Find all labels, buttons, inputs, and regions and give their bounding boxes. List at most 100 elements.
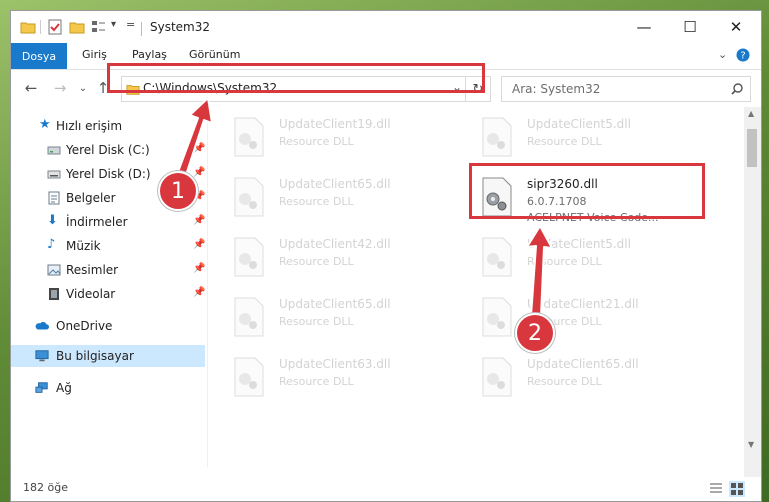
title-bar: ▾ = System32 — ☐ ✕	[11, 11, 761, 43]
file-item[interactable]: UpdateClient19.dll Resource DLL	[233, 113, 463, 163]
folder-icon	[20, 22, 36, 34]
dll-file-icon	[482, 117, 512, 157]
sidebar-item-onedrive[interactable]: OneDrive	[11, 315, 206, 337]
search-icon[interactable]	[730, 82, 744, 96]
sidebar-item-label: Videolar	[66, 287, 116, 301]
search-input[interactable]: Ara: System32	[512, 82, 600, 96]
file-description: Resource DLL	[527, 135, 602, 148]
sidebar-item-label: Hızlı erişim	[56, 119, 123, 133]
step-2-badge: 2	[515, 313, 555, 353]
dll-file-icon	[482, 237, 512, 277]
recent-locations-icon[interactable]: ⌄	[74, 79, 92, 97]
dll-file-icon	[234, 177, 264, 217]
scroll-down-icon[interactable]: ▼	[748, 440, 754, 449]
documents-icon	[48, 191, 60, 205]
scrollbar-thumb[interactable]	[747, 129, 757, 167]
dll-file-icon	[482, 297, 512, 337]
file-name: UpdateClient21.dll	[527, 297, 639, 311]
sidebar-item-label: Yerel Disk (D:)	[66, 167, 151, 181]
large-icons-view-icon[interactable]	[729, 481, 745, 497]
vertical-scrollbar[interactable]: ▲ ▼	[744, 107, 761, 477]
pin-icon: 📌	[193, 215, 206, 226]
maximize-button[interactable]: ☐	[667, 11, 713, 43]
file-item[interactable]: UpdateClient65.dll Resource DLL	[481, 353, 711, 403]
properties-icon[interactable]	[47, 19, 63, 35]
sidebar-item-label: İndirmeler	[66, 215, 128, 229]
download-icon: ⬇	[47, 213, 58, 228]
sidebar-item-quick-access[interactable]: ★ Hızlı erişim	[11, 115, 206, 137]
file-item[interactable]: UpdateClient5.dll Resource DLL	[481, 233, 711, 283]
minimize-button[interactable]: —	[621, 11, 667, 43]
file-description: Resource DLL	[279, 195, 354, 208]
details-view-icon[interactable]	[709, 482, 723, 496]
view-options-icon[interactable]	[91, 19, 107, 35]
file-name: UpdateClient65.dll	[279, 297, 391, 311]
file-name: UpdateClient65.dll	[279, 177, 391, 191]
drive-icon	[47, 170, 61, 179]
sidebar-item-network[interactable]: Ağ	[11, 377, 206, 399]
sidebar-item-pictures[interactable]: Resimler 📌	[11, 259, 206, 281]
pin-icon: 📌	[193, 287, 206, 298]
sidebar-item-label: OneDrive	[56, 319, 113, 333]
sidebar-item-videos[interactable]: Videolar 📌	[11, 283, 206, 305]
file-name: UpdateClient65.dll	[527, 357, 639, 371]
new-folder-icon[interactable]	[69, 19, 85, 35]
file-highlight-box	[469, 163, 705, 219]
file-name: UpdateClient5.dll	[527, 117, 631, 131]
tab-share[interactable]: Paylaş	[132, 48, 167, 61]
step-1-badge: 1	[158, 171, 198, 211]
file-description: Resource DLL	[279, 135, 354, 148]
sidebar-item-this-pc[interactable]: Bu bilgisayar	[11, 345, 205, 367]
sidebar-item-downloads[interactable]: ⬇ İndirmeler 📌	[11, 211, 206, 233]
item-count: 182 öğe	[23, 481, 68, 494]
dll-file-icon	[234, 117, 264, 157]
file-name: UpdateClient63.dll	[279, 357, 391, 371]
pin-icon: 📌	[193, 143, 206, 154]
sidebar-item-music[interactable]: ♪ Müzik 📌	[11, 235, 206, 257]
arrow-left-icon[interactable]: ←	[22, 79, 40, 97]
toolbar-divider	[40, 20, 41, 34]
file-description: Resource DLL	[279, 375, 354, 388]
file-item[interactable]: UpdateClient5.dll Resource DLL	[481, 113, 711, 163]
title-divider	[141, 22, 142, 36]
tab-home[interactable]: Giriş	[82, 48, 107, 61]
sidebar-item-label: Resimler	[66, 263, 119, 277]
separator-pipe: =	[126, 18, 136, 31]
scroll-up-icon[interactable]: ▲	[748, 109, 754, 118]
tab-view[interactable]: Görünüm	[189, 48, 240, 61]
file-name: UpdateClient19.dll	[279, 117, 391, 131]
pin-icon: 📌	[193, 239, 206, 250]
file-name: UpdateClient42.dll	[279, 237, 391, 251]
music-icon: ♪	[47, 237, 56, 252]
sidebar-item-disk-c[interactable]: Yerel Disk (C:) 📌	[11, 139, 206, 161]
help-icon[interactable]: ?	[736, 48, 750, 62]
pin-icon: 📌	[193, 167, 206, 178]
pin-icon: 📌	[193, 263, 206, 274]
videos-icon	[49, 288, 59, 300]
sidebar-item-label: Yerel Disk (C:)	[66, 143, 150, 157]
file-item[interactable]: UpdateClient65.dll Resource DLL	[233, 293, 463, 343]
file-name: UpdateClient5.dll	[527, 237, 631, 251]
file-item[interactable]: UpdateClient65.dll Resource DLL	[233, 173, 463, 223]
pictures-icon	[47, 264, 61, 276]
svg-text:?: ?	[740, 51, 745, 62]
file-item[interactable]: UpdateClient63.dll Resource DLL	[233, 353, 463, 403]
dll-file-icon	[482, 357, 512, 397]
customize-toolbar-icon[interactable]: ▾	[111, 19, 116, 30]
sidebar-item-label: Belgeler	[66, 191, 116, 205]
file-description: Resource DLL	[279, 255, 354, 268]
cloud-icon	[35, 321, 49, 330]
file-description: Resource DLL	[527, 255, 602, 268]
search-box[interactable]: Ara: System32	[501, 76, 751, 102]
pane-divider	[207, 107, 208, 467]
window-title: System32	[150, 20, 211, 34]
chevron-down-icon[interactable]: ⌄	[718, 48, 727, 61]
file-item[interactable]: UpdateClient42.dll Resource DLL	[233, 233, 463, 283]
sidebar-item-label: Bu bilgisayar	[56, 349, 134, 363]
status-bar: 182 öğe	[11, 477, 761, 501]
dll-file-icon	[234, 297, 264, 337]
arrow-right-icon[interactable]: →	[51, 79, 69, 97]
close-button[interactable]: ✕	[713, 11, 759, 43]
sidebar-item-label: Ağ	[56, 381, 72, 395]
tab-file[interactable]: Dosya	[11, 43, 67, 69]
